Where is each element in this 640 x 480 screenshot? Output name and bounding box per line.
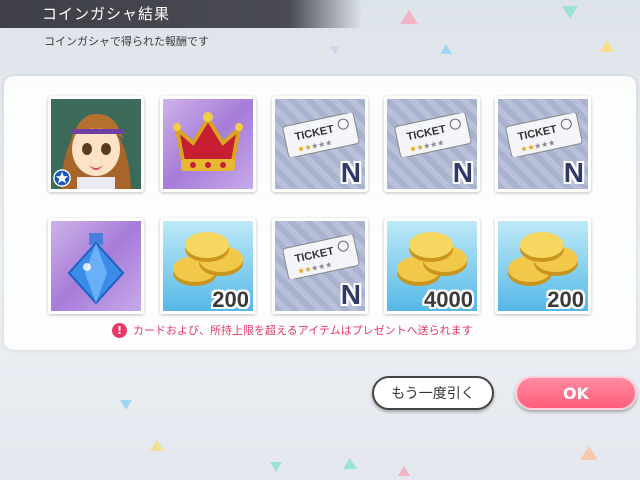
reward-item-ticket[interactable]: TICKET ★★ ★★★ N — [272, 218, 368, 314]
reward-item-potion[interactable] — [48, 218, 144, 314]
star-badge-icon — [53, 169, 71, 187]
rank-label: N — [340, 157, 361, 188]
quantity-label: 4000 — [424, 287, 473, 312]
notice-text: カードおよび、所持上限を超えるアイテムはプレゼントへ送られます — [133, 324, 473, 337]
rank-label: N — [563, 157, 584, 188]
rank-label: N — [452, 157, 473, 188]
reward-item-coin[interactable]: 200 — [160, 218, 256, 314]
ticket-icon: TICKET ★★★★★ — [505, 113, 583, 157]
exclamation-icon: ! — [112, 322, 127, 338]
rank-label: N — [340, 279, 361, 310]
quantity-label: 200 — [212, 287, 249, 312]
reward-item-coin[interactable]: 200 — [495, 218, 591, 314]
ticket-icon: TICKET ★★★★★ — [282, 235, 360, 279]
reward-item-ticket[interactable]: TICKET ★★ ★★★ N — [384, 96, 480, 192]
reward-item-coin[interactable]: 4000 — [384, 218, 480, 314]
page-subtitle: コインガシャで得られた報酬です — [44, 35, 209, 48]
reward-item-ticket[interactable]: TICKET ★★ ★★★ N — [272, 96, 368, 192]
crown-icon — [173, 112, 243, 171]
reward-item-card[interactable] — [48, 96, 144, 192]
draw-again-button[interactable]: もう一度引く — [372, 376, 494, 410]
reward-item-crown[interactable] — [160, 96, 256, 192]
ok-button[interactable]: OK — [515, 376, 637, 410]
blue-bottle-icon — [67, 233, 125, 305]
quantity-label: 200 — [547, 287, 584, 312]
ticket-icon: TICKET ★★★★★ — [282, 113, 360, 157]
page-title: コインガシャ結果 — [42, 5, 171, 23]
notice-message: ! カードおよび、所持上限を超えるアイテムはプレゼントへ送られます — [112, 322, 473, 338]
result-header: コインガシャ結果 — [0, 0, 362, 28]
ticket-icon: TICKET ★★★★★ — [394, 113, 472, 157]
reward-item-ticket[interactable]: TICKET ★★ ★★★ N — [495, 96, 591, 192]
